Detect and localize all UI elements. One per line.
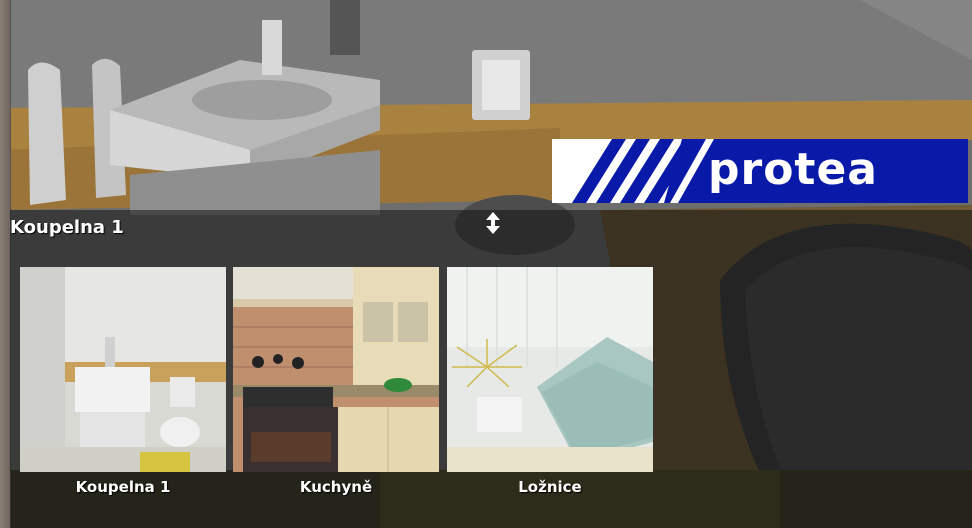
logo-wordmark: protea — [708, 144, 878, 195]
thumbnail-caption-kuchyne[interactable]: Kuchyně — [233, 478, 439, 496]
thumbnail-caption-koupelna-1[interactable]: Koupelna 1 — [20, 478, 226, 496]
thumbnail-kuchyne[interactable] — [233, 267, 439, 472]
gallery-title: Koupelna 1 — [10, 217, 124, 238]
protea-logo: protea — [552, 139, 968, 203]
thumbnail-caption-loznice[interactable]: Ložnice — [447, 478, 653, 496]
thumbnail-loznice[interactable] — [447, 267, 653, 472]
vertical-resize-arrows-icon[interactable] — [483, 210, 503, 236]
gallery-panel: Koupelna 1 Koupelna 1 Kuchyně Ložnice — [10, 210, 972, 528]
thumbnail-koupelna-1[interactable] — [20, 267, 226, 472]
